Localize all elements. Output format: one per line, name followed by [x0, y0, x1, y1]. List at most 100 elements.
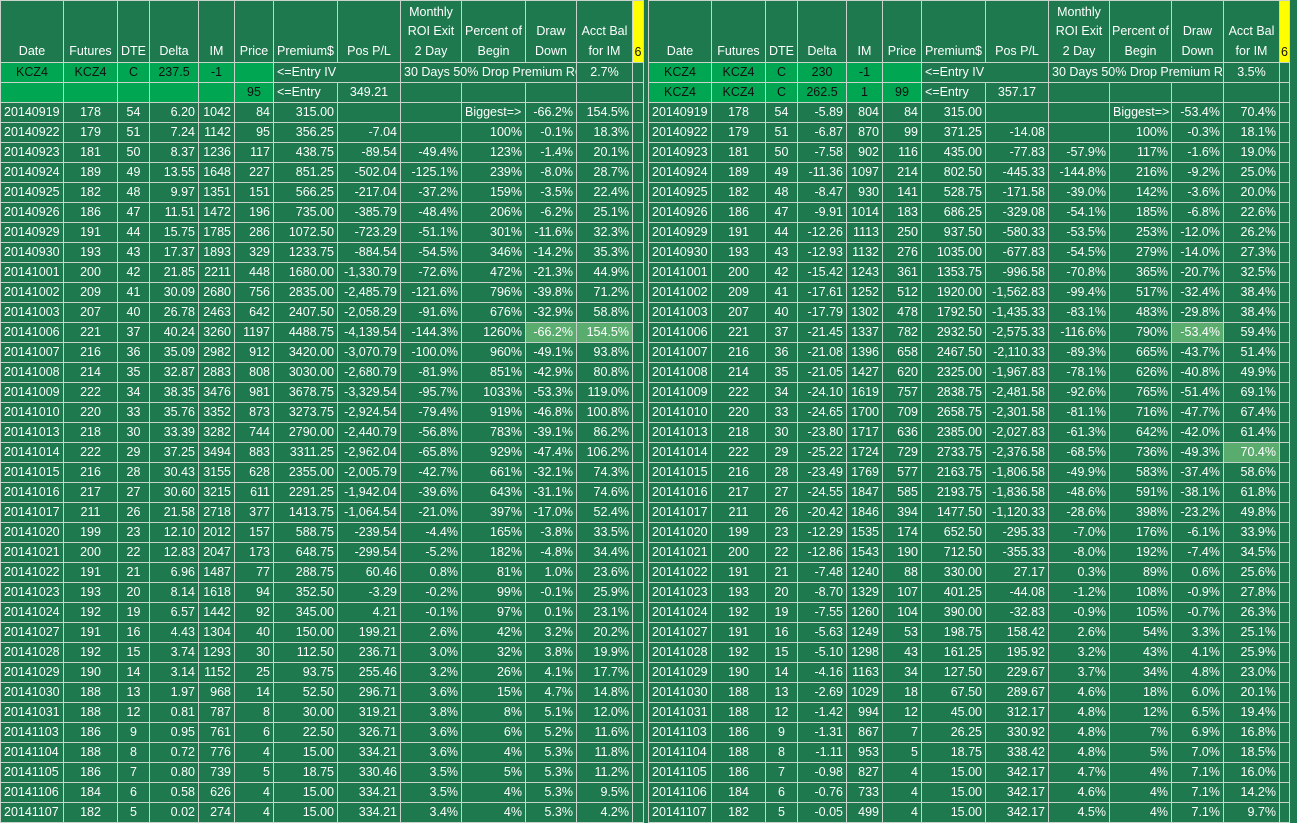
cell-monthly-roi[interactable]: -48.6%: [1048, 482, 1110, 503]
cell-date[interactable]: 20141002: [648, 282, 712, 303]
header-acct-bal[interactable]: Acct Bal for IM: [576, 0, 633, 63]
entry1-price[interactable]: [882, 62, 922, 83]
cell-pos-pl[interactable]: -2,301.58: [985, 402, 1049, 423]
cell-delta[interactable]: 11.51: [149, 202, 199, 223]
cell-percent-begin[interactable]: 929%: [461, 442, 526, 463]
cell-flag[interactable]: [632, 202, 644, 223]
cell-futures[interactable]: 179: [63, 122, 118, 143]
cell-price[interactable]: 4: [234, 742, 274, 763]
cell-delta[interactable]: -24.10: [797, 382, 847, 403]
cell-im[interactable]: 1260: [846, 602, 883, 623]
cell-dte[interactable]: 7: [117, 762, 150, 783]
cell-dte[interactable]: 50: [765, 142, 798, 163]
cell-price[interactable]: 94: [234, 582, 274, 603]
cell-im[interactable]: 994: [846, 702, 883, 723]
cell-premium[interactable]: 1477.50: [921, 502, 986, 523]
cell-pos-pl[interactable]: -2,924.54: [337, 402, 401, 423]
cell-price[interactable]: 88: [882, 562, 922, 583]
cell-premium[interactable]: 2835.00: [273, 282, 338, 303]
cell-premium[interactable]: 1680.00: [273, 262, 338, 283]
cell-percent-begin[interactable]: 117%: [1109, 142, 1172, 163]
cell-price[interactable]: 92: [234, 602, 274, 623]
entry2-monthly-roi[interactable]: [1048, 82, 1110, 103]
entry2-im[interactable]: 1: [846, 82, 883, 103]
entry1-futures[interactable]: KCZ4: [63, 62, 118, 83]
cell-price[interactable]: 286: [234, 222, 274, 243]
cell-acct-bal[interactable]: 19.0%: [1223, 142, 1280, 163]
cell-pos-pl[interactable]: -2,027.83: [985, 422, 1049, 443]
roi-value[interactable]: 3.5%: [1223, 62, 1280, 83]
cell-futures[interactable]: 178: [63, 102, 118, 123]
cell-im[interactable]: 3352: [198, 402, 235, 423]
cell-premium[interactable]: 15.00: [273, 742, 338, 763]
cell-pos-pl[interactable]: 342.17: [985, 802, 1049, 823]
cell-premium[interactable]: 15.00: [921, 762, 986, 783]
cell-draw-down[interactable]: -0.9%: [1171, 582, 1224, 603]
cell-dte[interactable]: 30: [117, 422, 150, 443]
cell-price[interactable]: 7: [882, 722, 922, 743]
cell-date[interactable]: 20141007: [0, 342, 64, 363]
cell-price[interactable]: 577: [882, 462, 922, 483]
cell-flag[interactable]: [1279, 422, 1290, 443]
cell-futures[interactable]: 200: [63, 542, 118, 563]
cell-im[interactable]: 1249: [846, 622, 883, 643]
cell-price[interactable]: 190: [882, 542, 922, 563]
cell-im[interactable]: 1236: [198, 142, 235, 163]
cell-im[interactable]: 1717: [846, 422, 883, 443]
cell-price[interactable]: 585: [882, 482, 922, 503]
cell-date[interactable]: 20140930: [0, 242, 64, 263]
cell-dte[interactable]: 35: [117, 362, 150, 383]
cell-draw-down[interactable]: -47.4%: [525, 442, 577, 463]
cell-premium[interactable]: 18.75: [921, 742, 986, 763]
cell-futures[interactable]: 220: [711, 402, 766, 423]
cell-percent-begin[interactable]: 99%: [461, 582, 526, 603]
cell-premium[interactable]: 1792.50: [921, 302, 986, 323]
cell-premium[interactable]: 161.25: [921, 642, 986, 663]
header-price[interactable]: Price: [882, 0, 922, 63]
cell-monthly-roi[interactable]: 4.8%: [1048, 702, 1110, 723]
cell-dte[interactable]: 19: [765, 602, 798, 623]
cell-price[interactable]: 53: [882, 622, 922, 643]
cell-pos-pl[interactable]: -299.54: [337, 542, 401, 563]
cell-percent-begin[interactable]: Biggest=>: [461, 102, 526, 123]
cell-dte[interactable]: 47: [765, 202, 798, 223]
cell-delta[interactable]: 1.97: [149, 682, 199, 703]
cell-flag[interactable]: [1279, 442, 1290, 463]
cell-dte[interactable]: 16: [117, 622, 150, 643]
cell-percent-begin[interactable]: 206%: [461, 202, 526, 223]
entry2-date[interactable]: KCZ4: [648, 82, 712, 103]
cell-draw-down[interactable]: -51.4%: [1171, 382, 1224, 403]
cell-draw-down[interactable]: -14.2%: [525, 242, 577, 263]
cell-delta[interactable]: 9.97: [149, 182, 199, 203]
cell-monthly-roi[interactable]: [400, 102, 462, 123]
cell-dte[interactable]: 7: [765, 762, 798, 783]
cell-draw-down[interactable]: -6.8%: [1171, 202, 1224, 223]
cell-premium[interactable]: 15.00: [921, 802, 986, 823]
cell-pos-pl[interactable]: 319.21: [337, 702, 401, 723]
cell-dte[interactable]: 44: [765, 222, 798, 243]
cell-flag[interactable]: [1279, 462, 1290, 483]
cell-draw-down[interactable]: -3.6%: [1171, 182, 1224, 203]
cell-delta[interactable]: -11.36: [797, 162, 847, 183]
cell-acct-bal[interactable]: 154.5%: [576, 322, 633, 343]
cell-futures[interactable]: 218: [711, 422, 766, 443]
cell-flag[interactable]: [632, 602, 644, 623]
cell-price[interactable]: 99: [882, 122, 922, 143]
cell-pos-pl[interactable]: -1,562.83: [985, 282, 1049, 303]
cell-flag[interactable]: [1279, 742, 1290, 763]
cell-dte[interactable]: 19: [117, 602, 150, 623]
cell-futures[interactable]: 188: [63, 702, 118, 723]
cell-im[interactable]: 626: [198, 782, 235, 803]
cell-premium[interactable]: 712.50: [921, 542, 986, 563]
cell-flag[interactable]: [632, 742, 644, 763]
cell-date[interactable]: 20140925: [0, 182, 64, 203]
cell-flag[interactable]: [632, 722, 644, 743]
cell-pos-pl[interactable]: -7.04: [337, 122, 401, 143]
cell-pos-pl[interactable]: 229.67: [985, 662, 1049, 683]
cell-im[interactable]: 1152: [198, 662, 235, 683]
cell-dte[interactable]: 37: [117, 322, 150, 343]
entry-label[interactable]: <=Entry: [273, 82, 338, 103]
cell-percent-begin[interactable]: 765%: [1109, 382, 1172, 403]
cell-draw-down[interactable]: -1.6%: [1171, 142, 1224, 163]
cell-premium[interactable]: 2467.50: [921, 342, 986, 363]
